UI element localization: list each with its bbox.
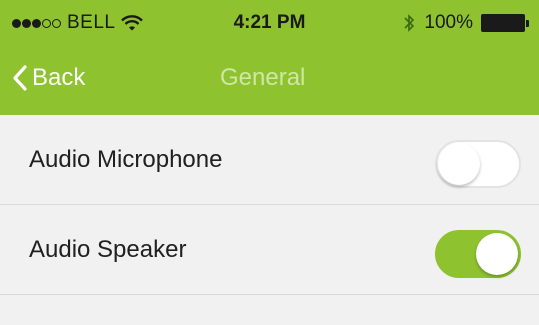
- battery-percentage: 100%: [424, 12, 473, 33]
- audio-microphone-toggle[interactable]: [435, 140, 521, 188]
- navigation-bar: Back General: [0, 46, 539, 115]
- setting-row-audio-speaker: Audio Speaker: [0, 205, 539, 295]
- back-button-label: Back: [32, 64, 86, 91]
- chevron-left-icon: [13, 65, 27, 91]
- header-bar: BELL 4:21 PM 100% Back General: [0, 0, 539, 115]
- setting-label: Audio Speaker: [29, 236, 187, 263]
- setting-row-audio-microphone: Audio Microphone: [0, 115, 539, 205]
- settings-screen: BELL 4:21 PM 100% Back General Audio Mic…: [0, 0, 539, 325]
- setting-label: Audio Microphone: [29, 146, 223, 173]
- page-title: General: [220, 64, 306, 91]
- audio-speaker-toggle[interactable]: [435, 230, 521, 278]
- row-divider: [0, 294, 539, 295]
- battery-tip: [526, 20, 529, 27]
- toggle-knob: [438, 143, 480, 185]
- back-button[interactable]: Back: [12, 60, 85, 96]
- battery-icon: [481, 14, 529, 32]
- toggle-knob: [476, 233, 518, 275]
- battery-body: [481, 14, 525, 32]
- bluetooth-icon: [404, 14, 415, 32]
- settings-list: Audio Microphone Audio Speaker: [0, 115, 539, 295]
- status-right: 100%: [402, 11, 529, 35]
- status-bar: BELL 4:21 PM 100%: [0, 0, 539, 46]
